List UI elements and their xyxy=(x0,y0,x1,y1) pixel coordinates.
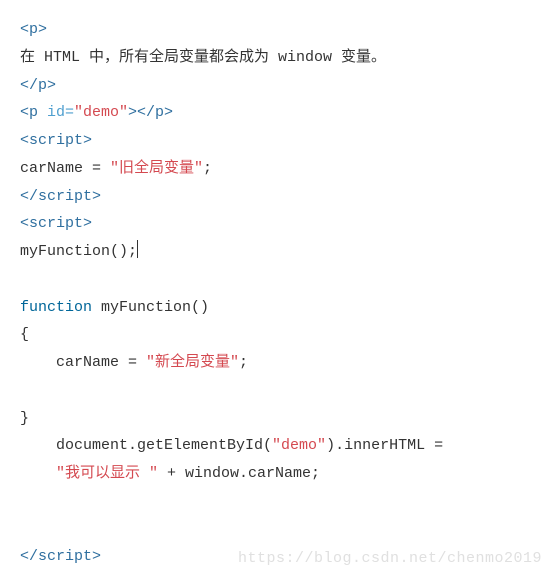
string-demo2: "demo" xyxy=(272,437,326,454)
text-cursor xyxy=(137,240,138,258)
tag-p-close: </p> xyxy=(20,77,56,94)
tag-script-close2a: </ xyxy=(20,548,38,565)
semi1: ; xyxy=(203,160,212,177)
keyword-function: function xyxy=(20,299,92,316)
code-assign: carName = xyxy=(20,160,110,177)
watermark-text: https://blog.csdn.net/chenmo2019 xyxy=(238,545,542,573)
tag-p-selfclose: ></p> xyxy=(128,104,173,121)
tag-p-open2: <p xyxy=(20,104,38,121)
attr-id: id= xyxy=(38,104,74,121)
tag-script-close1b: script> xyxy=(38,188,101,205)
tag-script-open1: <script> xyxy=(20,132,92,149)
brace-open: { xyxy=(20,326,29,343)
text-line: 在 HTML 中，所有全局变量都会成为 window 变量。 xyxy=(20,49,386,66)
tag-p-open: <p> xyxy=(20,21,47,38)
tag-script-close1a: </ xyxy=(20,188,38,205)
code-doc2b: + window.carName; xyxy=(158,465,320,482)
string-new: "新全局变量" xyxy=(146,354,239,371)
code-call: myFunction(); xyxy=(20,243,137,260)
string-old: "旧全局变量" xyxy=(110,160,203,177)
code-doc2a xyxy=(20,465,56,482)
code-block: <p> 在 HTML 中，所有全局变量都会成为 window 变量。 </p> … xyxy=(20,16,540,571)
brace-close: } xyxy=(20,410,29,427)
tag-script-open2: <script> xyxy=(20,215,92,232)
code-assign2: carName = xyxy=(20,354,146,371)
tag-script-close2b: script> xyxy=(38,548,101,565)
attr-val-demo: "demo" xyxy=(74,104,128,121)
semi2: ; xyxy=(239,354,248,371)
code-doc1b: ).innerHTML = xyxy=(326,437,443,454)
function-name: myFunction() xyxy=(92,299,209,316)
code-doc1: document.getElementById( xyxy=(20,437,272,454)
string-can-show: "我可以显示 " xyxy=(56,465,158,482)
